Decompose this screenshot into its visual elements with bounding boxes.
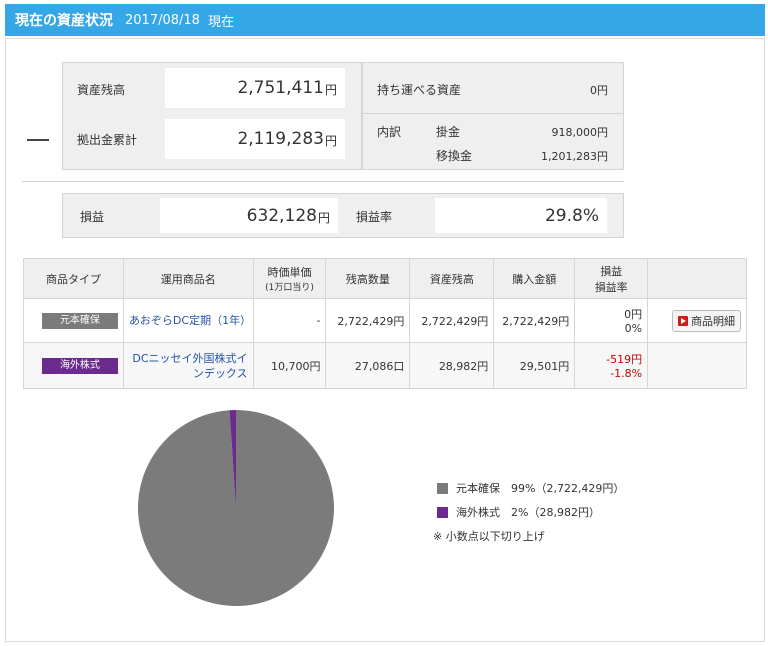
fund-name-link[interactable]: DCニッセイ外国株式インデックス	[122, 342, 254, 389]
contribution-value: 2,119,283 円	[165, 119, 345, 159]
col-header-profit: 損益 損益率	[574, 258, 649, 299]
portable-asset-value: 0円	[590, 84, 608, 97]
asset-balance-value: 2,751,411 円	[165, 68, 345, 108]
legend-item-principal: 元本確保 99%（2,722,429円）	[437, 480, 624, 496]
transfer-label: 移換金	[436, 149, 473, 163]
play-icon	[678, 315, 688, 326]
title-bar: 現在の資産状況 2017/08/18 現在	[5, 4, 765, 36]
col-header-balance: 資産残高	[409, 258, 495, 299]
type-cell: 元本確保	[23, 298, 124, 343]
premium-label: 掛金	[436, 125, 461, 139]
rounding-note: ※ 小数点以下切り上げ	[433, 530, 545, 543]
col-header-name: 運用商品名	[122, 258, 254, 299]
legend-swatch	[437, 506, 448, 518]
purchase-cell: 2,722,429円	[493, 298, 576, 343]
breakdown-label: 内訳	[377, 125, 402, 139]
section-divider	[22, 181, 624, 182]
profit-value: 632,128 円	[160, 198, 338, 233]
holdings-table: 商品タイプ 運用商品名 時価単価 (1万口当り) 残高数量 資産残高 購入金額 損…	[23, 258, 747, 389]
asset-balance-label: 資産残高	[77, 83, 126, 97]
legend-swatch	[437, 482, 448, 494]
action-cell	[647, 342, 747, 389]
now-label: 現在	[207, 14, 234, 30]
portable-asset-label: 持ち運べる資産	[377, 83, 462, 97]
quantity-cell: 2,722,429円	[325, 298, 411, 343]
page-title: 現在の資産状況	[15, 13, 113, 29]
contribution-label: 拠出金累計	[77, 133, 138, 147]
col-header-action	[647, 258, 747, 299]
quantity-cell: 27,086口	[325, 342, 411, 389]
product-detail-button[interactable]: 商品明細	[672, 309, 741, 332]
profit-cell: -519円 -1.8%	[574, 342, 649, 389]
legend-item-foreign-stock: 海外株式 2%（28,982円）	[437, 504, 600, 520]
premium-value: 918,000円	[551, 126, 609, 139]
collapse-toggle[interactable]	[27, 139, 49, 141]
col-header-unit-price: 時価単価 (1万口当り)	[252, 258, 327, 299]
unit-price-cell: -	[252, 298, 327, 343]
balance-cell: 28,982円	[409, 342, 495, 389]
table-header-row: 商品タイプ 運用商品名 時価単価 (1万口当り) 残高数量 資産残高 購入金額 損…	[23, 258, 747, 299]
col-header-purchase: 購入金額	[493, 258, 576, 299]
col-header-quantity: 残高数量	[325, 258, 411, 299]
action-cell: 商品明細	[647, 298, 747, 343]
unit-price-cell: 10,700円	[252, 342, 327, 389]
allocation-pie-chart	[138, 410, 334, 606]
type-badge: 海外株式	[41, 357, 118, 374]
as-of-date: 2017/08/18	[125, 12, 200, 28]
col-header-type: 商品タイプ	[23, 258, 124, 299]
transfer-value: 1,201,283円	[541, 150, 608, 163]
type-badge: 元本確保	[41, 312, 118, 329]
table-row: 海外株式 DCニッセイ外国株式インデックス 10,700円 27,086口 28…	[23, 342, 747, 389]
profit-label: 損益	[80, 210, 105, 224]
balance-cell: 2,722,429円	[409, 298, 495, 343]
profit-rate-label: 損益率	[356, 210, 393, 224]
purchase-cell: 29,501円	[493, 342, 576, 389]
profit-rate-value: 29.8%	[435, 198, 607, 233]
table-row: 元本確保 あおぞらDC定期（1年） - 2,722,429円 2,722,429…	[23, 298, 747, 343]
divider	[362, 113, 624, 114]
fund-name-link[interactable]: あおぞらDC定期（1年）	[122, 298, 254, 343]
type-cell: 海外株式	[23, 342, 124, 389]
profit-cell: 0円 0%	[574, 298, 649, 343]
